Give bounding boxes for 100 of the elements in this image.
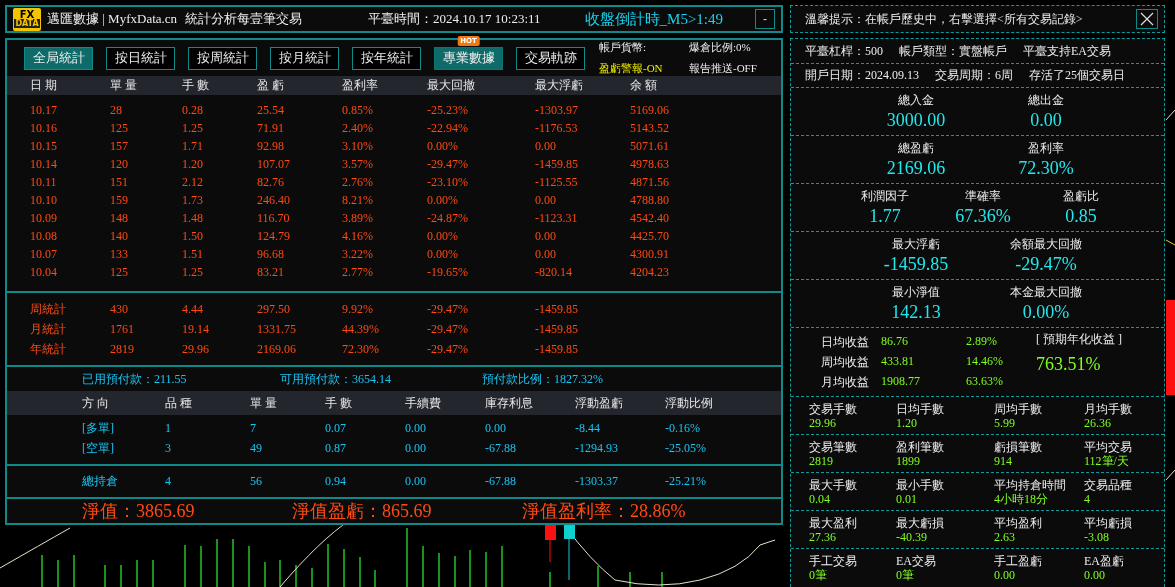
table-cell-text: 1.73: [182, 192, 204, 208]
table-cell-text: 4300.91: [630, 246, 670, 262]
stat-label: 最小淨值: [892, 284, 940, 301]
column-header: 最大回撤: [427, 77, 476, 94]
stat-label: 最小手數: [896, 477, 945, 492]
table-cell-text: 10.04: [30, 264, 58, 280]
table-cell-text: 83.21: [257, 264, 285, 280]
table-cell-text: 4204.23: [630, 264, 670, 280]
stat-value: -3.08: [1084, 529, 1110, 544]
stat-label: 利潤因子: [861, 188, 909, 205]
stat-value: 29.96: [809, 415, 837, 430]
stat-value: 0.00: [994, 567, 1016, 582]
return-label: 周均收益: [821, 353, 870, 371]
stat-label: 虧損筆數: [994, 439, 1043, 454]
prepayment-value: 可用預付款：3654.14: [280, 371, 392, 388]
table-cell-text: -8.44: [575, 420, 601, 436]
stat-value: 2.63: [994, 529, 1016, 544]
stat-label: 最大虧損: [896, 515, 945, 530]
price-line: [1165, 239, 1175, 246]
table-cell-text: 0.00%: [427, 228, 459, 244]
table-cell-text: 2.76%: [342, 174, 374, 190]
table-cell-text: 0.00: [535, 246, 557, 262]
table-cell-text: 92.98: [257, 138, 285, 154]
tab[interactable]: 全局統計: [24, 46, 93, 70]
table-cell-text: 8.21%: [342, 192, 374, 208]
table-cell-text: 年統計: [30, 340, 67, 358]
table-cell-text: 157: [110, 138, 129, 154]
table-cell-text: 430: [110, 301, 129, 317]
table-cell-text: 148: [110, 210, 129, 226]
stat-value: 0.00: [1084, 567, 1106, 582]
column-header: 余 額: [630, 77, 658, 94]
equity-value: 淨值：3865.69: [82, 500, 196, 523]
stat-label: 手工盈虧: [994, 553, 1043, 568]
table-cell-text: 0.00%: [427, 192, 459, 208]
close-button[interactable]: [1136, 9, 1158, 29]
minimize-button[interactable]: -: [755, 9, 775, 29]
column-header: 手續費: [405, 394, 442, 412]
table-cell-text: -25.05%: [665, 440, 707, 456]
table-cell-text: 25.54: [257, 102, 285, 118]
logo-icon: FX DATA: [13, 7, 41, 31]
table-cell-text: -19.65%: [427, 264, 469, 280]
tab[interactable]: 專業數據: [434, 46, 503, 70]
table-cell-text: 1.71: [182, 138, 204, 154]
table-cell-text: 10.07: [30, 246, 58, 262]
table-cell-text: 2.40%: [342, 120, 374, 136]
stat-value: 4小時18分: [994, 491, 1049, 506]
table-cell-text: 1.48: [182, 210, 204, 226]
stat-label: 平均交易: [1084, 439, 1133, 454]
table-cell-text: 5071.61: [630, 138, 670, 154]
table-cell-text: 107.07: [257, 156, 291, 172]
table-cell-text: 56: [250, 473, 263, 489]
table-cell-text: 10.14: [30, 156, 58, 172]
stat-value: 26.36: [1084, 415, 1112, 430]
column-header: 手 數: [325, 394, 353, 412]
return-percent: 2.89%: [966, 333, 998, 350]
table-cell-text: 4.16%: [342, 228, 374, 244]
table-cell-text: 82.76: [257, 174, 285, 190]
stat-label: 月均手數: [1084, 401, 1133, 416]
table-cell-text: 44.39%: [342, 321, 380, 337]
table-cell-text: 4: [165, 473, 172, 489]
tab[interactable]: 按日統計: [106, 46, 175, 70]
stat-value: 142.13: [891, 301, 941, 323]
table-cell-text: 0.28: [182, 102, 204, 118]
stat-label: 總出金: [1028, 92, 1064, 109]
tab[interactable]: 按月統計: [270, 46, 339, 70]
table-cell-text: 297.50: [257, 301, 291, 317]
column-header: 盈 虧: [257, 77, 285, 94]
table-cell-text: 125: [110, 120, 129, 136]
stat-label: 交易手數: [809, 401, 858, 416]
table-cell-text: 1.50: [182, 228, 204, 244]
table-cell-text: 0.00%: [427, 246, 459, 262]
table-cell-text: 3.22%: [342, 246, 374, 262]
table-cell-text: 96.68: [257, 246, 285, 262]
tab[interactable]: 交易軌跡: [516, 46, 585, 70]
return-value: 433.81: [881, 353, 915, 370]
table-cell-text: -25.21%: [665, 473, 707, 489]
tab[interactable]: 按年統計: [352, 46, 421, 70]
stat-label: 交易筆數: [809, 439, 858, 454]
return-value: 86.76: [881, 333, 909, 350]
table-cell-text: -1303.97: [535, 102, 579, 118]
price-line: [1165, 109, 1175, 121]
table-cell-text: 1.20: [182, 156, 204, 172]
annual-return-value: 763.51%: [1036, 354, 1102, 375]
table-cell-text: 71.91: [257, 120, 285, 136]
prepayment-value: 已用預付款：211.55: [82, 371, 188, 388]
candle: [564, 524, 575, 581]
stat-label: 交易品種: [1084, 477, 1133, 492]
account-detail: 交易周期：6周: [935, 67, 1013, 84]
table-cell-text: 4.44: [182, 301, 204, 317]
stat-label: 最大手數: [809, 477, 858, 492]
table-cell-text: -1459.85: [535, 156, 579, 172]
table-cell-text: -1459.85: [535, 341, 579, 357]
table-cell-text: 151: [110, 174, 129, 190]
table-cell-text: 3.89%: [342, 210, 374, 226]
table-cell-text: 10.10: [30, 192, 58, 208]
column-header: 單 量: [250, 394, 278, 412]
table-cell-text: 49: [250, 440, 263, 456]
tab[interactable]: 按周統計: [188, 46, 257, 70]
prepayment-value: 預付款比例：1827.32%: [482, 371, 604, 388]
stat-value: 0.01: [896, 491, 918, 506]
